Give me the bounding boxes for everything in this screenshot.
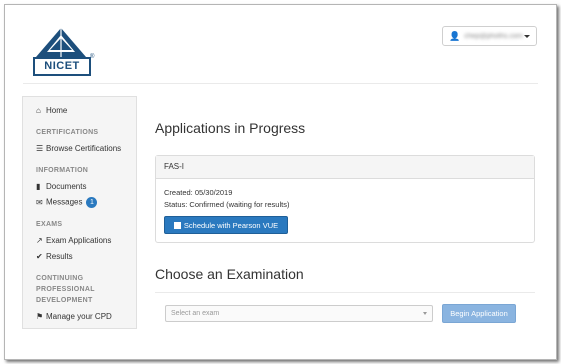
logo-triangle-icon	[36, 28, 86, 57]
sidebar-item-documents[interactable]: ▮ Documents	[36, 182, 86, 191]
schedule-button-label: Schedule with Pearson VUE	[183, 221, 279, 230]
exam-select[interactable]: Select an exam	[165, 305, 433, 322]
external-link-icon: ↗	[36, 236, 43, 245]
messages-count-badge: 1	[86, 197, 98, 208]
sidebar-heading-cpd-3: DEVELOPMENT	[36, 297, 93, 304]
list-icon: ☰	[36, 144, 44, 153]
sidebar-item-label: Results	[46, 252, 73, 261]
application-created: Created: 05/30/2019	[164, 188, 233, 197]
calendar-icon	[173, 222, 181, 229]
bookmark-icon: ⚑	[36, 312, 44, 321]
sidebar-item-label: Home	[46, 106, 68, 115]
sidebar-item-manage-cpd[interactable]: ⚑ Manage your CPD	[36, 312, 112, 321]
user-email: chep@phoths.com	[464, 32, 523, 40]
choose-exam-divider	[155, 292, 535, 293]
checkmark-icon: ✔	[36, 252, 43, 261]
sidebar-item-label: Browse Certifications	[46, 144, 122, 153]
header-divider	[23, 83, 538, 84]
home-icon: ⌂	[36, 106, 41, 115]
chevron-down-icon	[524, 34, 530, 38]
applications-title: Applications in Progress	[155, 120, 306, 136]
application-status: Status: Confirmed (waiting for results)	[164, 200, 290, 209]
sidebar: ⌂ Home CERTIFICATIONS ☰ Browse Certificati…	[22, 96, 137, 329]
app-window: NICET ® 👤 chep@phoths.com ⌂ Home CERTIFIC…	[4, 4, 557, 360]
sidebar-heading-exams: EXAMS	[36, 221, 63, 228]
nicet-logo[interactable]: NICET ®	[33, 27, 95, 76]
sidebar-item-label: Exam Applications	[46, 236, 112, 245]
sidebar-heading-information: INFORMATION	[36, 167, 89, 174]
envelope-icon: ✉	[36, 197, 43, 207]
sidebar-item-label: Manage your CPD	[46, 312, 112, 321]
sidebar-item-exam-applications[interactable]: ↗ Exam Applications	[36, 236, 111, 245]
logo-registered-mark: ®	[90, 54, 95, 60]
sidebar-heading-certifications: CERTIFICATIONS	[36, 129, 99, 136]
application-panel: FAS-I Created: 05/30/2019 Status: Confir…	[155, 155, 535, 243]
exam-select-placeholder: Select an exam	[171, 310, 220, 317]
schedule-pearson-vue-button[interactable]: Schedule with Pearson VUE	[164, 216, 288, 234]
user-icon: 👤	[449, 30, 461, 41]
sidebar-item-messages[interactable]: ✉ Messages 1	[36, 197, 98, 208]
application-name: FAS-I	[156, 156, 534, 179]
document-icon: ▮	[36, 182, 41, 191]
logo-text: NICET	[33, 57, 91, 76]
sidebar-item-home[interactable]: ⌂ Home	[36, 106, 67, 115]
choose-exam-title: Choose an Examination	[155, 266, 304, 282]
begin-application-button[interactable]: Begin Application	[442, 304, 516, 323]
sidebar-heading-cpd-1: CONTINUING	[36, 275, 84, 282]
user-menu-dropdown[interactable]: 👤 chep@phoths.com	[442, 26, 537, 46]
sidebar-item-browse-certifications[interactable]: ☰ Browse Certifications	[36, 144, 121, 153]
chevron-down-icon	[423, 312, 427, 315]
sidebar-item-results[interactable]: ✔ Results	[36, 252, 73, 261]
sidebar-item-label: Messages	[46, 197, 83, 207]
sidebar-item-label: Documents	[46, 182, 87, 191]
sidebar-heading-cpd-2: PROFESSIONAL	[36, 286, 95, 293]
